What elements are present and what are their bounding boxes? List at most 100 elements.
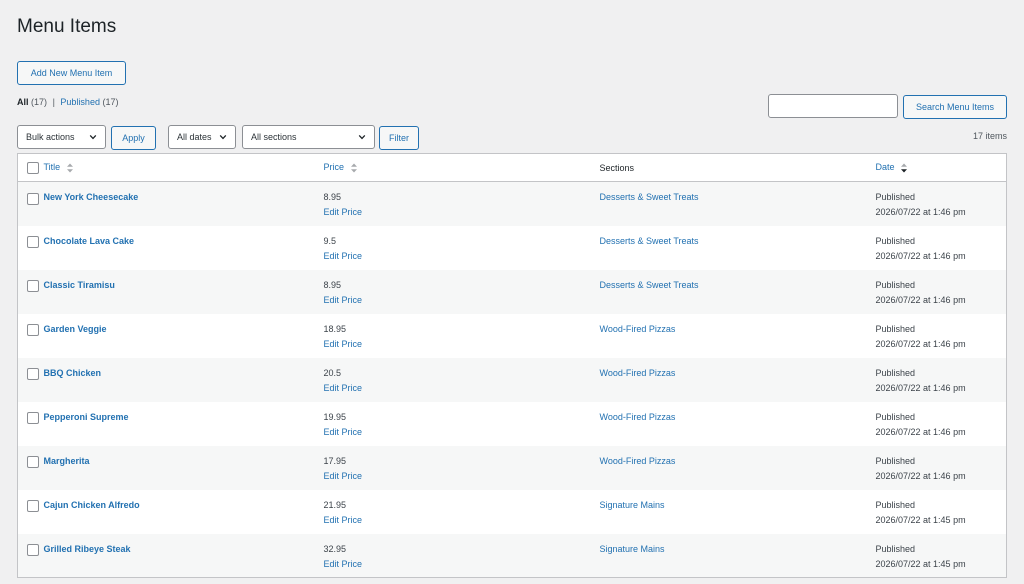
- title-cell: Classic Tiramisu: [43, 269, 324, 314]
- apply-button[interactable]: Apply: [111, 126, 156, 150]
- row-checkbox[interactable]: [27, 368, 39, 381]
- view-separator: |: [52, 97, 55, 107]
- item-title-link[interactable]: Pepperoni Supreme: [44, 412, 129, 422]
- row-checkbox[interactable]: [27, 324, 39, 337]
- price-cell: 8.95 Edit Price: [323, 181, 600, 226]
- item-section-link[interactable]: Desserts & Sweet Treats: [600, 192, 699, 202]
- item-status: Published: [875, 411, 916, 422]
- date-cell: Published 2026/07/22 at 1:46 pm: [875, 445, 1007, 490]
- edit-price-link[interactable]: Edit Price: [324, 557, 600, 572]
- sections-filter-select[interactable]: All sections: [242, 125, 375, 149]
- section-cell: Signature Mains: [600, 490, 876, 534]
- row-checkbox[interactable]: [27, 456, 39, 469]
- row-checkbox[interactable]: [27, 412, 39, 425]
- section-cell: Wood-Fired Pizzas: [600, 314, 876, 358]
- table-row: BBQ Chicken 20.5 Edit Price Wood-Fired Pizz…: [17, 357, 1007, 402]
- bulk-actions-select[interactable]: Bulk actions: [17, 125, 106, 149]
- date-cell: Published 2026/07/22 at 1:46 pm: [875, 357, 1007, 402]
- item-date: 2026/07/22 at 1:46 pm: [875, 470, 966, 481]
- edit-price-link[interactable]: Edit Price: [324, 293, 600, 308]
- sort-both-icon: [350, 163, 357, 173]
- title-cell: BBQ Chicken: [43, 357, 324, 402]
- view-all-link[interactable]: All (17): [17, 97, 47, 107]
- view-published-link[interactable]: Published (17): [60, 97, 118, 107]
- row-checkbox[interactable]: [27, 192, 39, 205]
- item-title-link[interactable]: New York Cheesecake: [44, 192, 139, 202]
- select-all-checkbox[interactable]: [27, 161, 39, 174]
- item-title-link[interactable]: Garden Veggie: [44, 324, 107, 334]
- table-row: Classic Tiramisu 8.95 Edit Price Desserts &…: [17, 269, 1007, 314]
- item-status: Published: [875, 499, 916, 510]
- items-count: 17 items: [972, 131, 1007, 141]
- edit-price-link[interactable]: Edit Price: [324, 337, 600, 352]
- item-date: 2026/07/22 at 1:46 pm: [875, 250, 966, 261]
- column-header-sections: Sections: [599, 153, 876, 182]
- row-checkbox[interactable]: [27, 280, 39, 293]
- edit-price-link[interactable]: Edit Price: [324, 205, 600, 220]
- add-new-menu-item-button[interactable]: Add New Menu Item: [17, 61, 126, 85]
- item-date: 2026/07/22 at 1:46 pm: [875, 382, 966, 393]
- item-title-link[interactable]: Chocolate Lava Cake: [44, 236, 135, 246]
- filter-button[interactable]: Filter: [379, 126, 419, 150]
- row-checkbox[interactable]: [27, 500, 39, 513]
- search-input[interactable]: [768, 94, 898, 118]
- price-cell: 8.95 Edit Price: [323, 269, 600, 314]
- item-title-link[interactable]: Margherita: [44, 456, 90, 466]
- chevron-down-icon: [89, 134, 97, 140]
- item-status: Published: [875, 235, 916, 246]
- item-title-link[interactable]: BBQ Chicken: [44, 368, 102, 378]
- edit-price-link[interactable]: Edit Price: [324, 381, 600, 396]
- title-cell: New York Cheesecake: [43, 181, 324, 226]
- item-title-link[interactable]: Classic Tiramisu: [44, 280, 115, 290]
- title-cell: Chocolate Lava Cake: [44, 226, 324, 270]
- table-row: Cajun Chicken Alfredo 21.95 Edit Price Sign…: [18, 490, 1007, 534]
- price-cell: 32.95 Edit Price: [323, 533, 600, 578]
- date-cell: Published 2026/07/22 at 1:45 pm: [876, 490, 1007, 534]
- search-menu-items-button[interactable]: Search Menu Items: [903, 95, 1007, 119]
- item-status: Published: [875, 192, 916, 202]
- row-checkbox-cell: [18, 402, 44, 446]
- row-checkbox-cell: [17, 533, 44, 578]
- item-title-link[interactable]: Grilled Ribeye Steak: [44, 544, 131, 554]
- edit-price-link[interactable]: Edit Price: [324, 249, 600, 264]
- section-cell: Wood-Fired Pizzas: [600, 402, 876, 446]
- column-header-title[interactable]: Title: [43, 153, 324, 182]
- item-date: 2026/07/22 at 1:46 pm: [875, 338, 966, 349]
- edit-price-link[interactable]: Edit Price: [324, 513, 600, 528]
- column-header-price[interactable]: Price: [323, 153, 600, 182]
- item-section-link[interactable]: Wood-Fired Pizzas: [600, 368, 676, 378]
- item-price: 8.95: [323, 279, 342, 290]
- item-price: 17.95: [323, 455, 347, 466]
- item-date: 2026/07/22 at 1:45 pm: [875, 514, 966, 525]
- item-section-link[interactable]: Desserts & Sweet Treats: [600, 280, 699, 290]
- section-cell: Wood-Fired Pizzas: [599, 445, 876, 490]
- row-checkbox-cell: [17, 269, 44, 314]
- select-all-cell: [17, 153, 44, 182]
- item-section-link[interactable]: Wood-Fired Pizzas: [600, 324, 676, 334]
- item-section-link[interactable]: Wood-Fired Pizzas: [600, 456, 676, 466]
- edit-price-link[interactable]: Edit Price: [324, 469, 600, 484]
- table-row: Grilled Ribeye Steak 32.95 Edit Price Signa…: [17, 533, 1007, 578]
- item-price: 19.95: [323, 411, 347, 422]
- row-checkbox-cell: [17, 445, 44, 490]
- item-title-link[interactable]: Cajun Chicken Alfredo: [44, 500, 140, 510]
- price-cell: 21.95 Edit Price: [324, 490, 600, 534]
- item-date: 2026/07/22 at 1:45 pm: [875, 558, 966, 569]
- menu-items-table: Title Price Sections Date New York Chees…: [17, 153, 1007, 578]
- item-section-link[interactable]: Desserts & Sweet Treats: [600, 236, 699, 246]
- price-cell: 9.5 Edit Price: [324, 226, 600, 270]
- item-section-link[interactable]: Wood-Fired Pizzas: [600, 412, 676, 422]
- row-checkbox[interactable]: [27, 544, 39, 557]
- dates-filter-select[interactable]: All dates: [168, 125, 236, 149]
- price-cell: 20.5 Edit Price: [323, 357, 600, 402]
- sections-filter-value: All sections: [251, 132, 297, 142]
- title-cell: Cajun Chicken Alfredo: [44, 490, 324, 534]
- column-header-date[interactable]: Date: [875, 153, 1007, 182]
- item-price: 20.5: [323, 367, 342, 378]
- row-checkbox[interactable]: [27, 236, 39, 249]
- item-status: Published: [875, 279, 916, 290]
- item-section-link[interactable]: Signature Mains: [600, 544, 665, 554]
- chevron-down-icon: [219, 134, 227, 140]
- item-section-link[interactable]: Signature Mains: [600, 500, 665, 510]
- edit-price-link[interactable]: Edit Price: [324, 425, 600, 440]
